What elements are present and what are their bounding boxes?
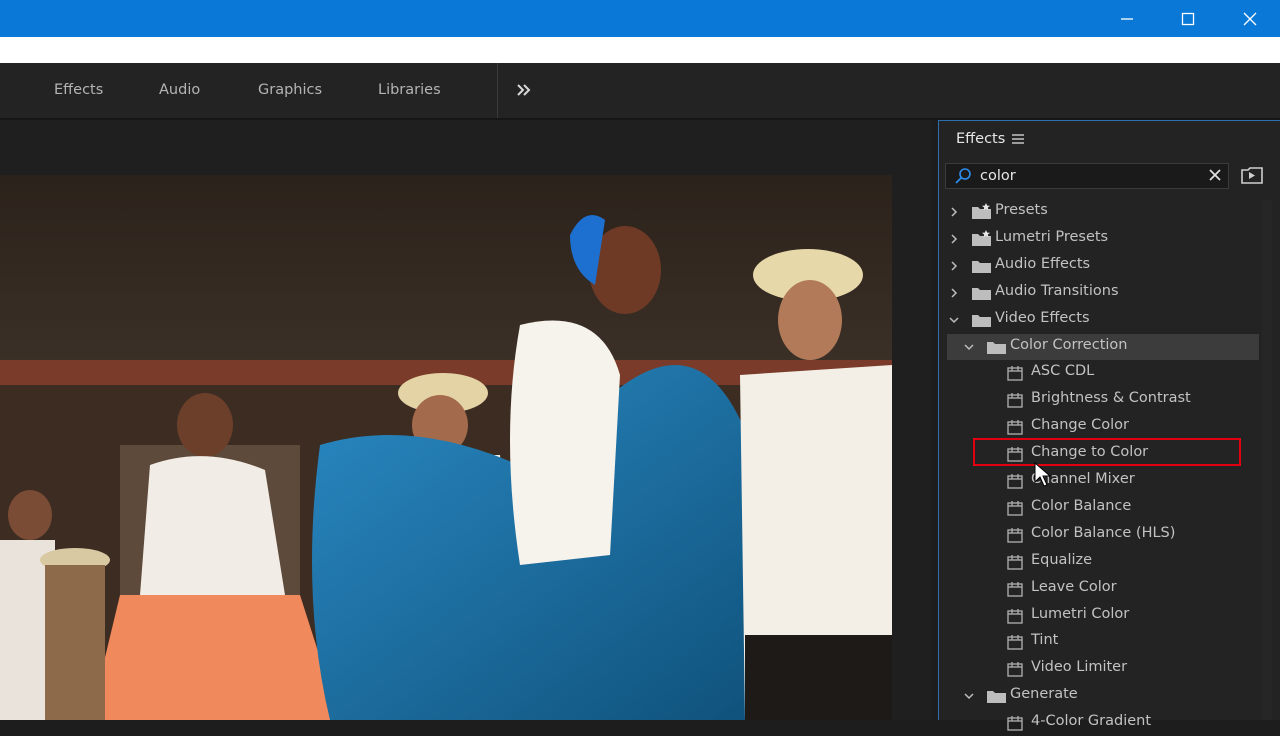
- workspace-bar: Effects Audio Graphics Libraries: [0, 63, 1280, 120]
- new-custom-bin-icon[interactable]: [1240, 165, 1264, 185]
- workspace-tab-audio[interactable]: Audio: [159, 63, 200, 118]
- effect-icon: [1007, 393, 1023, 408]
- effect-item[interactable]: Lumetri Color: [947, 603, 1259, 629]
- effect-icon: [1007, 554, 1023, 570]
- preset-folder-icon: [972, 229, 991, 246]
- tree-item-label: Video Limiter: [1031, 659, 1128, 676]
- maximize-icon: [1181, 12, 1195, 25]
- search-input[interactable]: [980, 166, 1200, 186]
- tree-folder[interactable]: Video Effects: [947, 307, 1259, 333]
- tree-folder[interactable]: Generate: [947, 683, 1259, 709]
- tree-item-label: Color Balance (HLS): [1031, 524, 1176, 541]
- tree-item-label: Color Correction: [1010, 336, 1128, 353]
- folder-icon: [987, 691, 1006, 704]
- folder-icon: [972, 260, 991, 273]
- effects-scrollbar[interactable]: [1262, 200, 1272, 720]
- chevron-right-icon[interactable]: [949, 288, 959, 298]
- panel-title[interactable]: Effects: [956, 131, 1005, 147]
- minimize-button[interactable]: [1096, 0, 1158, 37]
- tree-item-label: Presets: [995, 202, 1048, 218]
- effect-icon: [1007, 420, 1023, 435]
- hamburger-icon[interactable]: [1012, 133, 1024, 145]
- minimize-icon: [1121, 17, 1133, 20]
- double-chevron-right-icon: [517, 84, 531, 96]
- tree-item-label: Generate: [1010, 686, 1078, 703]
- tree-item-label: Equalize: [1031, 551, 1093, 568]
- search-icon: [955, 168, 971, 184]
- tree-item-label: Lumetri Color: [1031, 605, 1130, 622]
- chevron-right-icon[interactable]: [949, 261, 959, 271]
- effect-item[interactable]: Brightness & Contrast: [947, 387, 1259, 413]
- effect-item[interactable]: Equalize: [947, 549, 1259, 575]
- effect-item[interactable]: Change Color: [947, 414, 1259, 440]
- folder-icon: [972, 287, 991, 300]
- effect-item[interactable]: ASC CDL: [947, 360, 1259, 386]
- more-workspaces-button[interactable]: [516, 63, 532, 118]
- tree-item-label: 4-Color Gradient: [1031, 713, 1152, 730]
- effect-icon: [1007, 527, 1023, 543]
- effect-icon: [1007, 474, 1023, 489]
- effect-item[interactable]: 4-Color Gradient: [947, 710, 1259, 736]
- chevron-down-icon[interactable]: [964, 691, 974, 701]
- effect-item[interactable]: Tint: [947, 629, 1259, 655]
- tree-item-label: Color Balance: [1031, 497, 1132, 514]
- effect-icon: [1007, 608, 1023, 624]
- tree-item-label: Tint: [1031, 632, 1059, 649]
- effect-item[interactable]: Color Balance (HLS): [947, 522, 1259, 548]
- tree-item-label: Audio Effects: [995, 255, 1091, 272]
- effect-icon: [1007, 366, 1023, 382]
- effects-search-box[interactable]: [945, 163, 1229, 189]
- preset-folder-icon: [972, 203, 991, 219]
- chevron-right-icon[interactable]: [949, 207, 959, 217]
- highlight-box: [973, 438, 1241, 466]
- program-monitor[interactable]: [0, 120, 932, 720]
- chevron-right-icon[interactable]: [949, 234, 959, 244]
- close-window-button[interactable]: [1219, 0, 1280, 37]
- effect-icon: [1007, 581, 1023, 597]
- tree-folder[interactable]: Lumetri Presets: [947, 226, 1259, 252]
- effect-item[interactable]: Color Balance: [947, 495, 1259, 521]
- tree-item-label: Audio Transitions: [995, 282, 1119, 299]
- tree-item-label: Video Effects: [995, 309, 1090, 326]
- dancers-video-image: [0, 175, 892, 720]
- tree-folder[interactable]: Presets: [947, 199, 1259, 225]
- tree-item-label: Leave Color: [1031, 578, 1117, 595]
- maximize-button[interactable]: [1157, 0, 1219, 37]
- effect-icon: [1007, 635, 1023, 651]
- tree-item-label: Brightness & Contrast: [1031, 390, 1191, 407]
- effect-icon: [1007, 716, 1023, 731]
- effect-icon: [1007, 662, 1023, 677]
- tree-folder[interactable]: Color Correction: [947, 333, 1259, 360]
- close-icon[interactable]: [1208, 168, 1222, 182]
- effect-item[interactable]: Channel Mixer: [947, 468, 1259, 494]
- workspace-tab-effects[interactable]: Effects: [54, 63, 103, 118]
- menu-bar: [0, 37, 1280, 63]
- chevron-down-icon[interactable]: [949, 315, 959, 325]
- tree-item-label: ASC CDL: [1031, 363, 1095, 380]
- folder-icon: [972, 314, 991, 327]
- workspace-tab-graphics[interactable]: Graphics: [258, 63, 322, 118]
- tree-item-label: Change Color: [1031, 417, 1129, 434]
- workspace-tab-libraries[interactable]: Libraries: [378, 63, 441, 118]
- tree-folder[interactable]: Audio Effects: [947, 253, 1259, 279]
- effects-panel: Effects Presets Lumetri Presets Audio Effe…: [938, 120, 1280, 731]
- video-frame[interactable]: [0, 175, 892, 720]
- chevron-down-icon[interactable]: [964, 342, 974, 352]
- effect-icon: [1007, 500, 1023, 516]
- tree-folder[interactable]: Audio Transitions: [947, 280, 1259, 306]
- mouse-cursor-icon: [1034, 462, 1052, 487]
- effect-item[interactable]: Video Limiter: [947, 656, 1259, 682]
- tree-item-label: Lumetri Presets: [995, 228, 1109, 245]
- workspace-divider: [497, 63, 498, 118]
- effect-item[interactable]: Leave Color: [947, 576, 1259, 602]
- close-icon: [1243, 12, 1257, 25]
- folder-icon: [987, 341, 1006, 354]
- window-title-bar: [0, 0, 1280, 37]
